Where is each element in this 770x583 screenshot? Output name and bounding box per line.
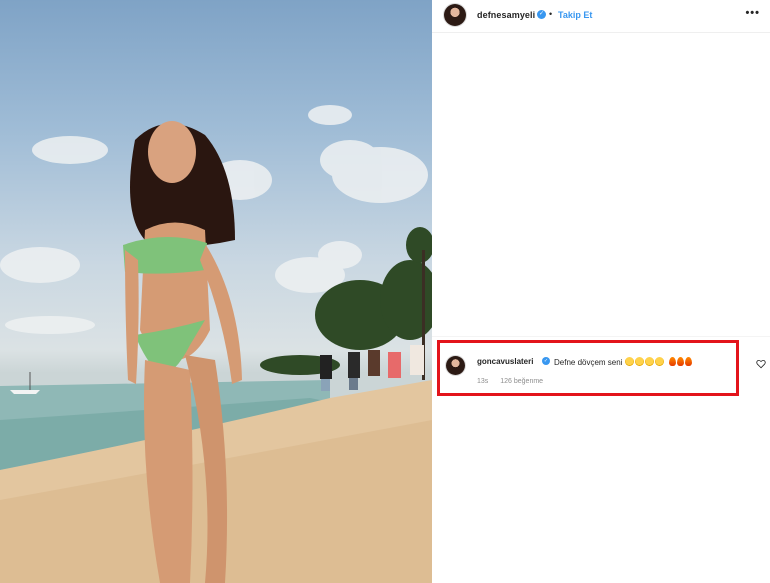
smiling-emoji-icon <box>624 357 634 366</box>
verified-badge-icon: ✓ <box>537 10 546 19</box>
fire-emoji-icon <box>676 357 684 366</box>
comment-text-row: Defne dövçem seni <box>554 357 693 367</box>
post-photo <box>0 0 432 583</box>
header-separator: • <box>549 9 553 19</box>
verified-badge-icon: ✓ <box>542 357 550 365</box>
beach-photo <box>0 105 432 583</box>
smiling-emoji-icon <box>644 357 654 366</box>
post-author-username[interactable]: defnesamyeli <box>477 10 535 20</box>
comment-time: 13s <box>477 378 489 385</box>
post-side-panel: defnesamyeli ✓ • Takip Et ••• goncavusla… <box>432 0 770 583</box>
comment-username[interactable]: goncavuslateri <box>477 357 533 366</box>
fire-emoji-icon <box>668 357 676 366</box>
comment-item: goncavuslateri ✓ Defne dövçem seni 13s 1… <box>432 346 770 394</box>
comment-meta: 13s 126 beğenme <box>477 378 553 385</box>
smiling-emoji-icon <box>654 357 664 366</box>
heart-icon[interactable] <box>756 359 766 369</box>
more-options-icon[interactable]: ••• <box>745 7 760 19</box>
comment-text: Defne dövçem seni <box>554 358 623 367</box>
smiling-emoji-icon <box>634 357 644 366</box>
profile-avatar-icon[interactable] <box>444 4 466 26</box>
comment-likes-count[interactable]: 126 beğenme <box>500 378 543 385</box>
post-header: defnesamyeli ✓ • Takip Et ••• <box>432 0 770 33</box>
commenter-avatar-icon[interactable] <box>446 356 465 375</box>
fire-emoji-icon <box>684 357 692 366</box>
follow-button[interactable]: Takip Et <box>558 10 592 20</box>
divider <box>432 336 770 337</box>
